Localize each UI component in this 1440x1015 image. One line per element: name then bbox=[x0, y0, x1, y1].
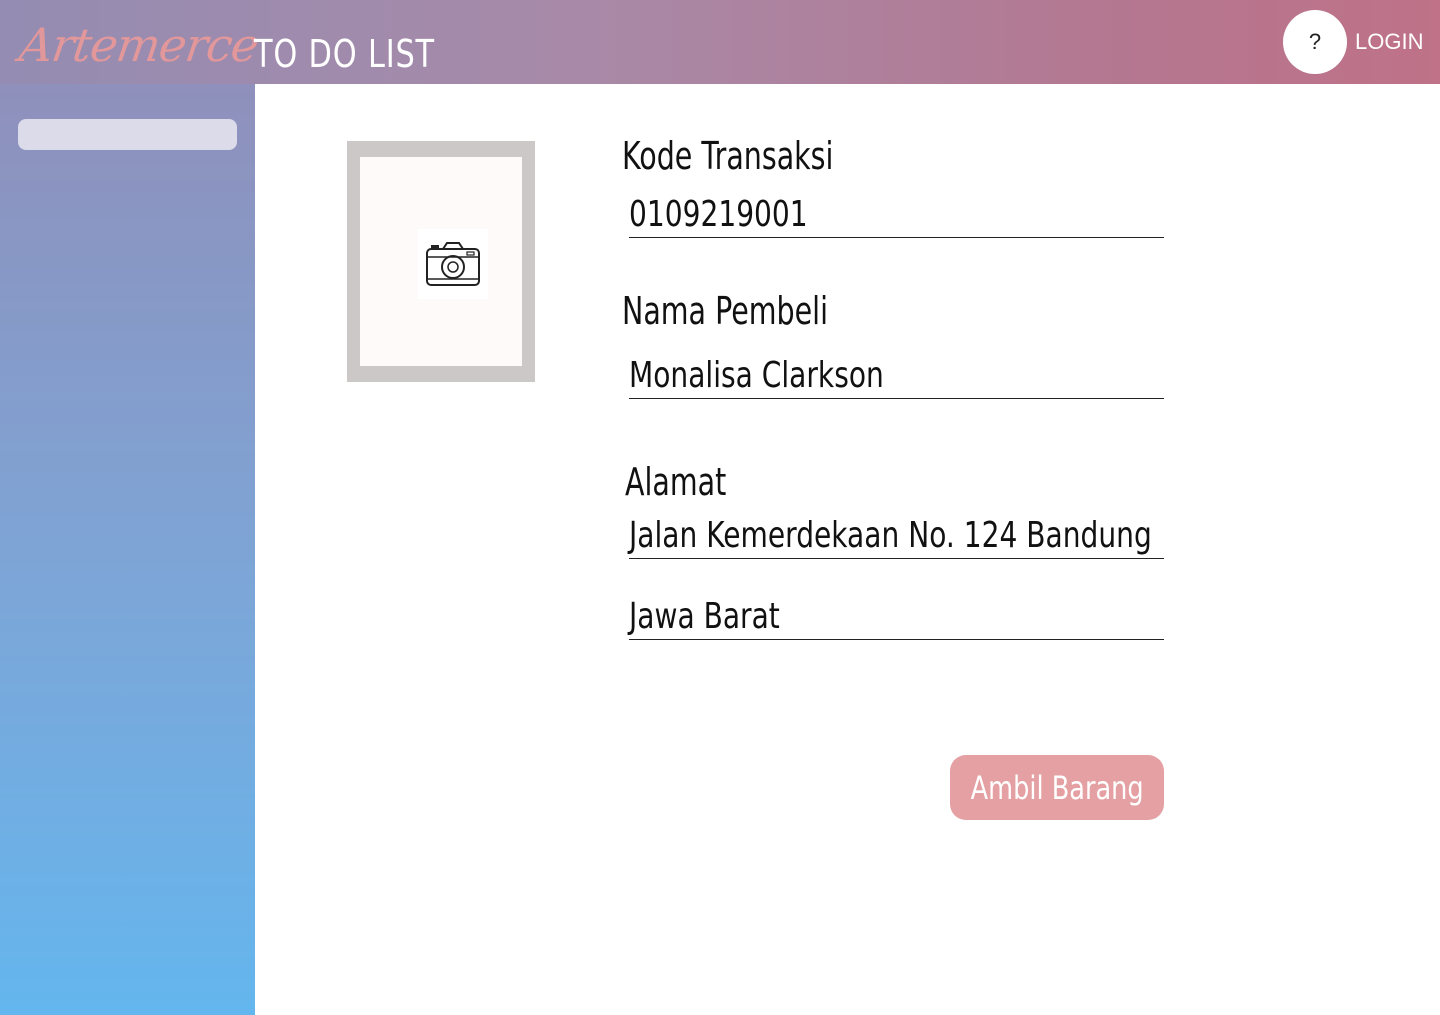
brand-logo[interactable]: Artemerce bbox=[16, 18, 261, 72]
buyer-name-field[interactable]: Monalisa Clarkson bbox=[629, 355, 1164, 399]
sidebar-search-bar[interactable] bbox=[18, 119, 237, 150]
transaction-code-field[interactable]: 0109219001 bbox=[629, 194, 1164, 238]
ambil-barang-label: Ambil Barang bbox=[970, 768, 1144, 807]
ambil-barang-button[interactable]: Ambil Barang bbox=[950, 755, 1164, 820]
help-button[interactable]: ? bbox=[1283, 10, 1347, 74]
address-line2-value: Jawa Barat bbox=[629, 596, 780, 637]
address-line2-field[interactable]: Jawa Barat bbox=[629, 596, 1164, 640]
login-link[interactable]: LOGIN bbox=[1355, 29, 1423, 55]
transaction-code-label: Kode Transaksi bbox=[622, 134, 834, 178]
sidebar bbox=[0, 84, 255, 1015]
camera-icon[interactable] bbox=[418, 229, 488, 299]
top-header: Artemerce TO DO LIST ? LOGIN bbox=[0, 0, 1440, 84]
address-label: Alamat bbox=[625, 460, 727, 504]
buyer-name-value: Monalisa Clarkson bbox=[629, 355, 884, 396]
address-line1-field[interactable]: Jalan Kemerdekaan No. 124 Bandung bbox=[629, 515, 1164, 559]
transaction-code-value: 0109219001 bbox=[629, 194, 808, 235]
address-line1-value: Jalan Kemerdekaan No. 124 Bandung bbox=[629, 515, 1152, 556]
buyer-name-label: Nama Pembeli bbox=[622, 289, 829, 333]
photo-frame bbox=[347, 141, 535, 382]
photo-placeholder[interactable] bbox=[360, 157, 522, 366]
page-title: TO DO LIST bbox=[254, 32, 435, 76]
